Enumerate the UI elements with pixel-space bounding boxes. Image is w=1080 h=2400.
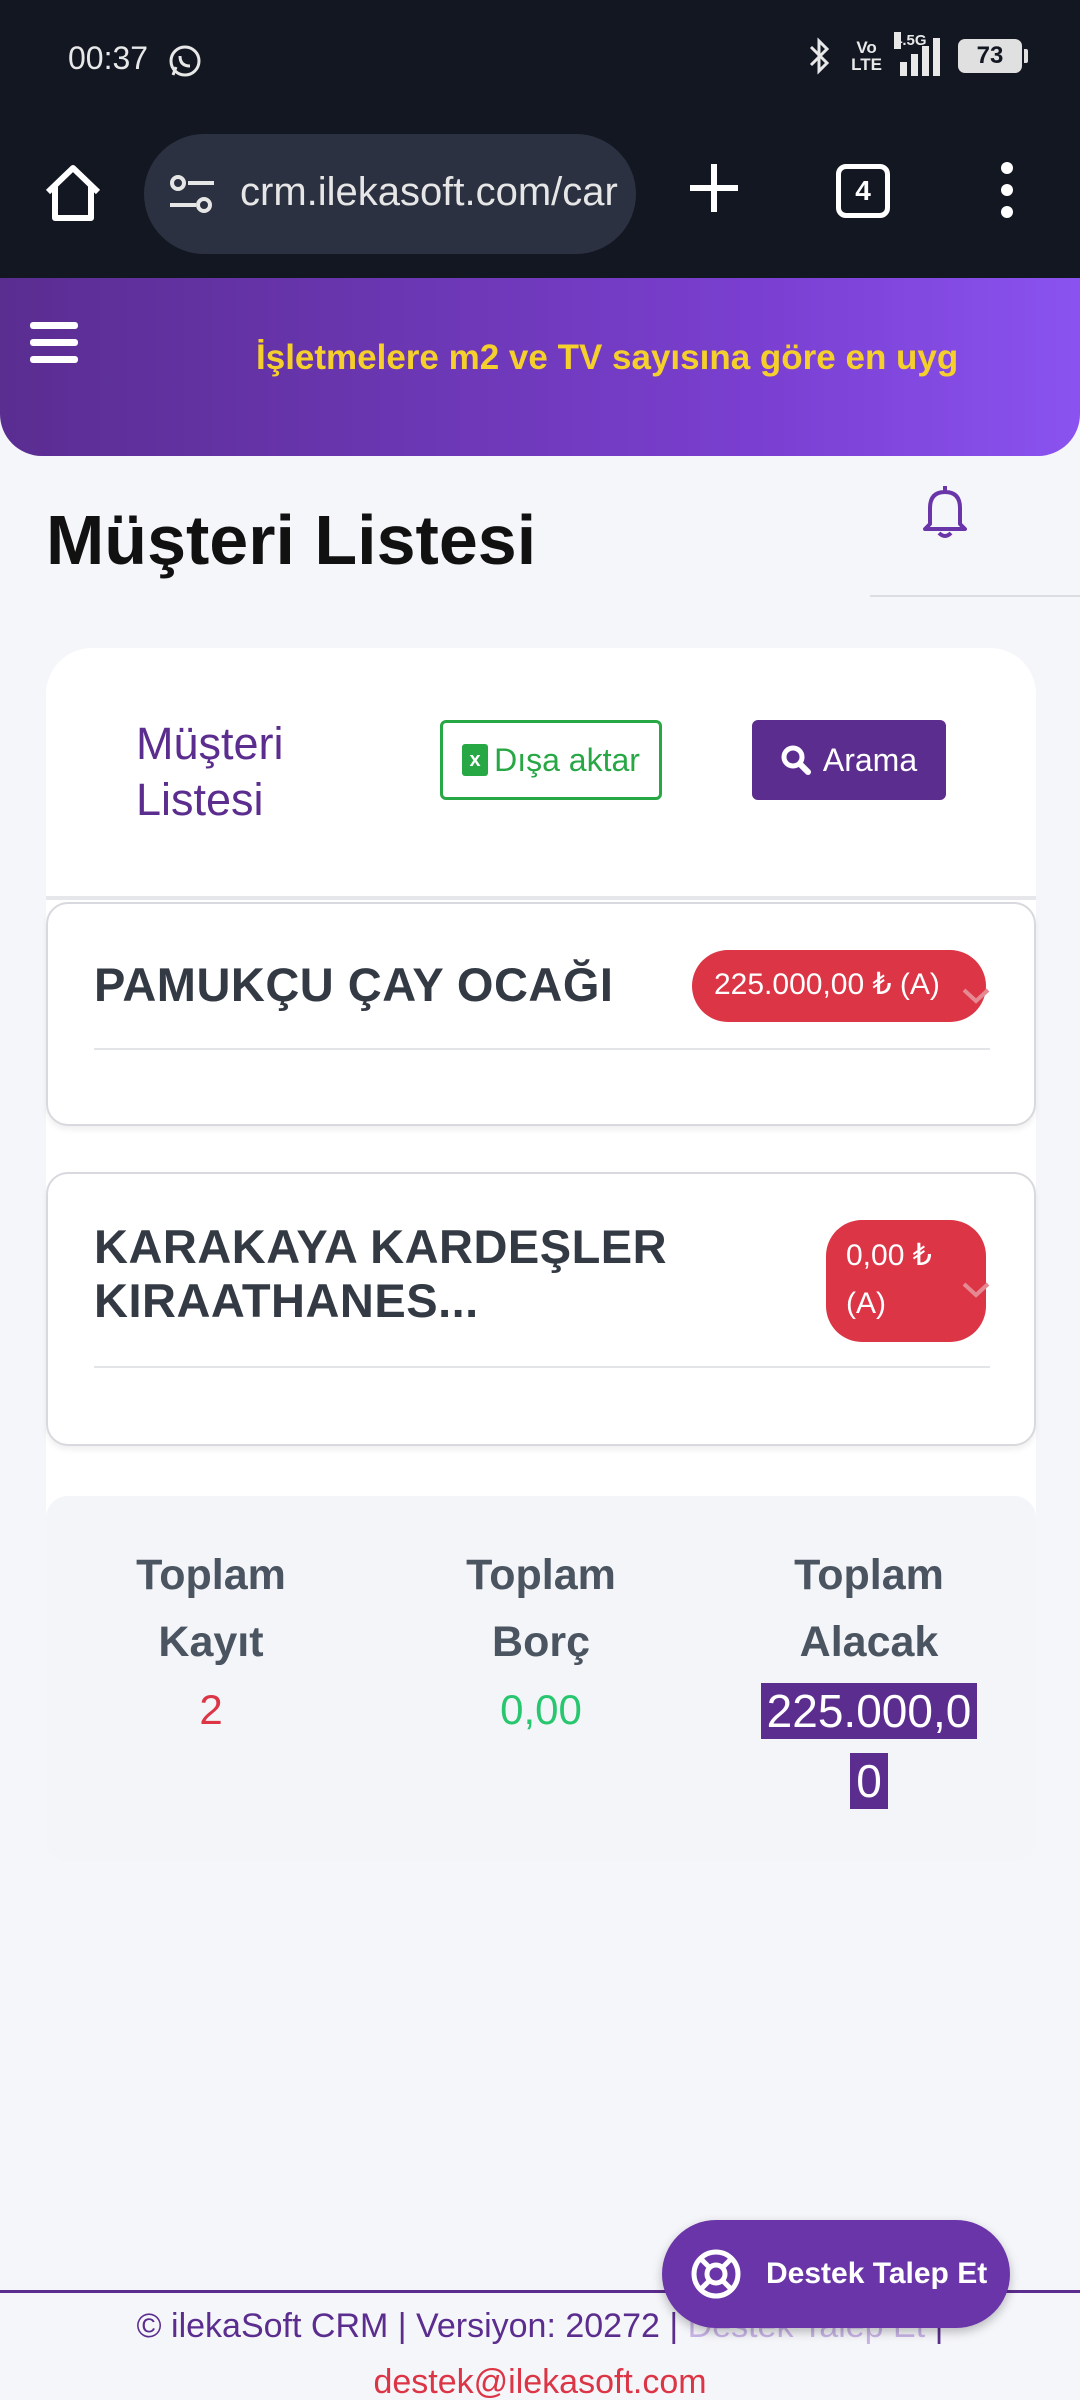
network-type: 4.5G [894,32,927,49]
footer-copyright: © ilekaSoft CRM | Versiyon: 20272 | [136,2307,679,2345]
total-debt: Toplam Borç 0,00 [376,1542,706,1743]
balance-badge: 225.000,00 ₺ (A) [692,950,986,1022]
more-vert-icon[interactable] [992,160,1022,220]
summary-panel: Toplam Kayıt 2 Toplam Borç 0,00 Toplam A… [46,1496,1036,1862]
whatsapp-icon [169,45,201,77]
bell-icon[interactable] [918,482,972,540]
export-label: Dışa aktar [494,741,640,778]
total-credit: Toplam Alacak 225.000,00 [704,1542,1034,1816]
address-bar[interactable]: crm.ilekasoft.com/car [144,134,636,254]
page-title: Müşteri Listesi [46,501,537,579]
chevron-down-icon[interactable] [960,986,992,1006]
volte-indicator: Vo LTE [851,38,882,74]
plus-icon[interactable] [686,160,742,216]
browser-toolbar: crm.ilekasoft.com/car 4 [0,120,1080,278]
total-records-label: Toplam Kayıt [136,1551,286,1666]
customer-list-card: Müşteri Listesi x Dışa aktar Arama PAMUK… [46,648,1036,1862]
total-credit-value: 225.000,00 [760,1683,978,1809]
status-time: 00:37 [68,40,149,76]
home-icon[interactable] [38,158,108,228]
card-title: Müşteri Listesi [136,718,284,825]
status-bar: 00:37 Vo LTE 4.5G 73 [0,0,1080,120]
marquee-text: İşletmelere m2 ve TV sayısına göre en uy… [256,338,959,377]
tune-icon[interactable] [168,172,216,216]
total-debt-label: Toplam Borç [466,1551,616,1666]
divider [94,1366,990,1368]
app-header: İşletmelere m2 ve TV sayısına göre en uy… [0,278,1080,456]
search-icon [781,745,811,775]
announcement-marquee: İşletmelere m2 ve TV sayısına göre en uy… [256,338,1006,388]
divider [94,1048,990,1050]
total-records: Toplam Kayıt 2 [46,1542,376,1743]
status-icons: Vo LTE 4.5G 73 [805,32,1028,76]
lifebuoy-icon [691,2249,741,2299]
hamburger-icon[interactable] [30,322,78,366]
bluetooth-icon [810,37,830,75]
excel-icon: x [462,744,489,776]
customer-item[interactable]: PAMUKÇU ÇAY OCAĞI 225.000,00 ₺ (A) [46,902,1036,1126]
total-credit-label: Toplam Alacak [794,1551,944,1666]
url-text[interactable]: crm.ilekasoft.com/car [240,170,618,215]
customer-name[interactable]: KARAKAYA KARDEŞLER KIRAATHANES... [94,1220,694,1328]
total-debt-value: 0,00 [500,1686,582,1733]
tab-switcher-button[interactable]: 4 [836,164,890,218]
customer-name[interactable]: PAMUKÇU ÇAY OCAĞI [94,958,654,1012]
support-request-button[interactable]: Destek Talep Et [662,2220,1010,2328]
chevron-down-icon[interactable] [960,1280,992,1300]
divider [46,896,1036,900]
search-button[interactable]: Arama [752,720,946,800]
total-records-value: 2 [199,1686,223,1733]
customer-item[interactable]: KARAKAYA KARDEŞLER KIRAATHANES... 0,00 ₺… [46,1172,1036,1446]
divider [870,595,1080,597]
export-button[interactable]: x Dışa aktar [440,720,662,800]
signal-icon: 4.5G [894,32,940,76]
footer-email-link[interactable]: destek@ilekasoft.com [0,2354,1080,2400]
battery-icon: 73 [958,39,1028,73]
support-button-label: Destek Talep Et [766,2257,988,2290]
search-label: Arama [822,741,918,778]
